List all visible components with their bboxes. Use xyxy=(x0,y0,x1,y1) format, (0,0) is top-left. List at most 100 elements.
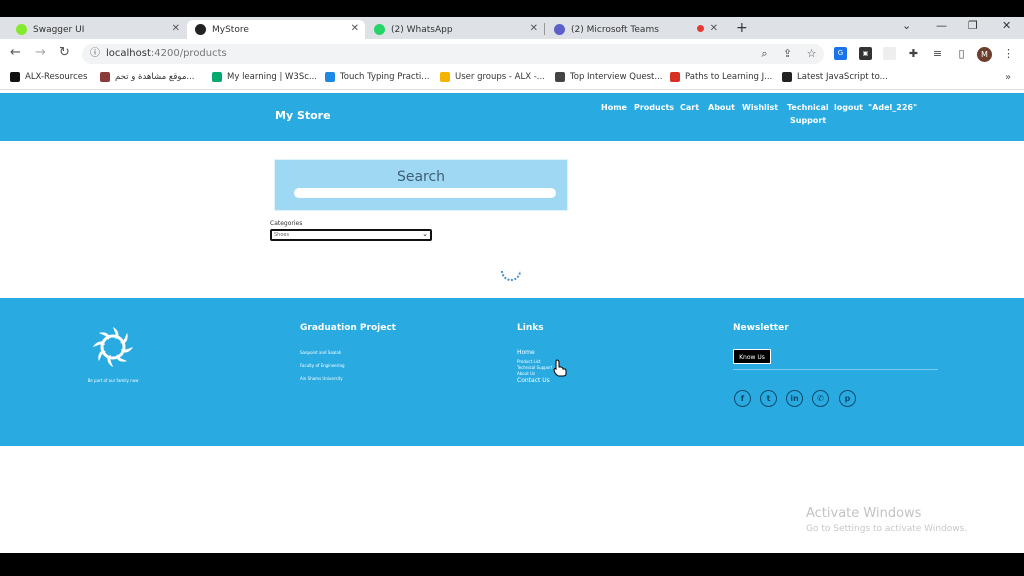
zoom-icon[interactable]: ⌕ xyxy=(758,47,771,60)
nav-cart[interactable]: Cart xyxy=(680,103,699,112)
swagger-icon xyxy=(16,24,27,35)
bookmarks-bar: ALX-Resources موقع مشاهدة و تحم... My le… xyxy=(0,69,1024,90)
bookmark-w3schools[interactable]: My learning | W3Sc... xyxy=(212,72,317,82)
nav-username[interactable]: "Adel_226" xyxy=(868,103,917,112)
loading-spinner-icon xyxy=(501,270,521,281)
categories-select[interactable]: Shoes ⌄ xyxy=(270,229,432,241)
tab-title: (2) Microsoft Teams xyxy=(571,24,659,35)
bookmarks-overflow-icon[interactable]: » xyxy=(1005,72,1011,83)
nav-support[interactable]: Support xyxy=(790,116,826,125)
address-bar[interactable]: ⓘ localhost:4200/products xyxy=(82,44,824,64)
categories-selected-value: Shoes xyxy=(274,232,290,238)
bookmark-top-interview[interactable]: Top Interview Quest... xyxy=(555,72,662,82)
bookmark-icon xyxy=(670,72,680,82)
search-input[interactable] xyxy=(294,188,556,198)
bookmark-label: My learning | W3Sc... xyxy=(227,72,317,82)
tab-title: (2) WhatsApp xyxy=(391,24,453,35)
menu-kebab-icon[interactable]: ⋮ xyxy=(1002,47,1015,60)
bookmark-latest-javascript[interactable]: Latest JavaScript to... xyxy=(782,72,888,82)
window-close-icon[interactable]: ✕ xyxy=(1002,19,1011,32)
web-page: My Store Home Products Cart About Wishli… xyxy=(0,93,1024,553)
tab-strip: Swagger UI ✕ MyStore ✕ (2) WhatsApp ✕ (2… xyxy=(0,17,1024,39)
nav-products[interactable]: Products xyxy=(634,103,674,112)
know-us-button[interactable]: Know Us xyxy=(733,349,771,364)
url-path: :4200/products xyxy=(150,48,227,59)
footer-link-about-us[interactable]: About Us xyxy=(517,371,535,376)
newsletter-heading: Newsletter xyxy=(733,323,789,333)
footer-logo[interactable]: Be part of our family now xyxy=(82,322,144,386)
bookmark-label: موقع مشاهدة و تحم... xyxy=(115,72,195,82)
tab-whatsapp[interactable]: (2) WhatsApp ✕ xyxy=(366,20,545,39)
bookmark-user-groups[interactable]: User groups - ALX -... xyxy=(440,72,545,82)
minimize-icon[interactable]: — xyxy=(936,19,947,32)
bookmark-icon xyxy=(782,72,792,82)
footer-link-product-list[interactable]: Product List xyxy=(517,359,540,364)
bookmark-paths-to-learning[interactable]: Paths to Learning J... xyxy=(670,72,772,82)
whatsapp-favicon-icon xyxy=(374,24,385,35)
tab-separator xyxy=(544,23,545,35)
categories-label: Categories xyxy=(270,220,303,227)
bookmark-label: Top Interview Quest... xyxy=(570,72,663,82)
tab-mystore[interactable]: MyStore ✕ xyxy=(187,20,365,39)
new-tab-icon[interactable]: + xyxy=(736,20,748,36)
facebook-icon[interactable]: f xyxy=(734,390,751,407)
footer-link-contact-us[interactable]: Contact Us xyxy=(517,377,550,384)
teams-icon xyxy=(554,24,565,35)
site-info-icon[interactable]: ⓘ xyxy=(90,44,100,64)
logo-tagline: Be part of our family now xyxy=(87,378,139,383)
tab-microsoft-teams[interactable]: (2) Microsoft Teams ✕ xyxy=(546,20,724,39)
bookmark-icon xyxy=(100,72,110,82)
newsletter-divider xyxy=(733,369,938,370)
bookmark-star-icon[interactable]: ☆ xyxy=(805,47,818,60)
back-icon[interactable]: ← xyxy=(10,45,21,60)
tab-search-chevron-icon[interactable]: ⌄ xyxy=(902,19,911,32)
search-panel: Search xyxy=(274,159,568,211)
twitter-icon[interactable]: t xyxy=(760,390,777,407)
extension-blank-icon[interactable] xyxy=(883,47,896,60)
bookmark-touch-typing[interactable]: Touch Typing Practi... xyxy=(325,72,429,82)
profile-avatar[interactable]: M xyxy=(977,47,992,62)
footer-link-technical-support[interactable]: Technical Support xyxy=(517,365,552,370)
nav-technical[interactable]: Technical xyxy=(787,103,829,112)
side-panel-icon[interactable]: ▯ xyxy=(955,47,968,60)
url-host: localhost xyxy=(106,48,151,59)
bookmark-alx-resources[interactable]: ALX-Resources xyxy=(10,72,87,82)
reload-icon[interactable]: ↻ xyxy=(59,45,70,60)
close-icon[interactable]: ✕ xyxy=(530,23,538,34)
close-icon[interactable]: ✕ xyxy=(710,23,718,34)
url-text: localhost:4200/products xyxy=(106,44,227,64)
graduation-heading: Graduation Project xyxy=(300,323,396,333)
extension-icon[interactable]: ▣ xyxy=(859,47,872,60)
links-heading: Links xyxy=(517,323,544,333)
nav-about[interactable]: About xyxy=(708,103,735,112)
restore-icon[interactable]: ❐ xyxy=(968,19,978,32)
graduation-line: Ain Shams University xyxy=(300,376,343,381)
bookmark-label: Latest JavaScript to... xyxy=(797,72,888,82)
pinterest-icon[interactable]: p xyxy=(839,390,856,407)
screen: Swagger UI ✕ MyStore ✕ (2) WhatsApp ✕ (2… xyxy=(0,17,1024,553)
bookmark-label: ALX-Resources xyxy=(25,72,88,82)
bookmark-arabic-site[interactable]: موقع مشاهدة و تحم... xyxy=(100,72,194,82)
nav-logout[interactable]: logout xyxy=(834,103,863,112)
close-icon[interactable]: ✕ xyxy=(351,23,359,34)
close-icon[interactable]: ✕ xyxy=(172,23,180,34)
nav-home[interactable]: Home xyxy=(601,103,627,112)
activate-windows-subtitle: Go to Settings to activate Windows. xyxy=(806,524,968,534)
puzzle-icon[interactable]: ✚ xyxy=(907,47,920,60)
whatsapp-icon[interactable]: ✆ xyxy=(812,390,829,407)
bookmark-icon xyxy=(440,72,450,82)
bookmark-icon xyxy=(10,72,20,82)
translate-extension-icon[interactable]: G xyxy=(834,47,847,60)
forward-icon[interactable]: → xyxy=(35,45,46,60)
linkedin-icon[interactable]: in xyxy=(786,390,803,407)
site-footer: Be part of our family now Graduation Pro… xyxy=(0,298,1024,446)
logo-icon xyxy=(93,327,133,367)
nav-wishlist[interactable]: Wishlist xyxy=(742,103,778,112)
search-title: Search xyxy=(396,169,446,185)
site-brand[interactable]: My Store xyxy=(275,109,331,122)
share-icon[interactable]: ⇪ xyxy=(781,47,794,60)
activate-windows-title: Activate Windows xyxy=(806,506,922,521)
reading-list-icon[interactable]: ≡ xyxy=(931,47,944,60)
tab-swagger-ui[interactable]: Swagger UI ✕ xyxy=(8,20,186,39)
footer-link-home[interactable]: Home xyxy=(517,349,535,356)
